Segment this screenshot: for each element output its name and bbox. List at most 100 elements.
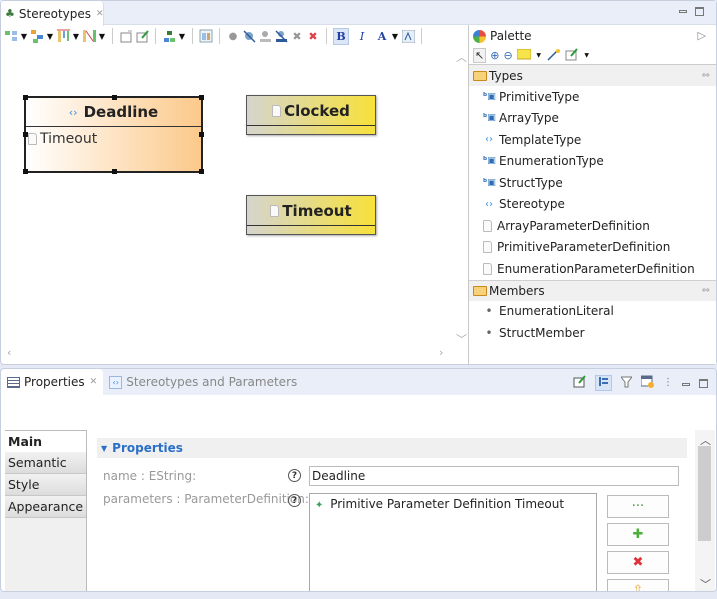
- parameter-node-timeout[interactable]: Timeout: [246, 195, 376, 235]
- edit-properties-icon[interactable]: [119, 29, 133, 43]
- zoom-in-icon[interactable]: ⊕: [490, 49, 499, 62]
- palette-item-enumerationliteral[interactable]: • EnumerationLiteral: [469, 301, 716, 323]
- delete-from-model-icon[interactable]: ✖: [306, 29, 320, 43]
- minimize-icon[interactable]: [682, 383, 690, 386]
- attachment-icon[interactable]: [565, 47, 579, 64]
- delete-from-diagram-icon[interactable]: ✖: [290, 29, 304, 43]
- hide-label-icon[interactable]: [274, 29, 288, 43]
- close-icon[interactable]: ✕: [96, 9, 104, 19]
- resize-handle[interactable]: [23, 132, 28, 137]
- side-tab-main[interactable]: Main: [5, 430, 86, 452]
- layer-dropdown[interactable]: ▼: [178, 32, 186, 41]
- bold-icon[interactable]: B: [333, 27, 349, 45]
- canvas-horizontal-scrollbar[interactable]: ‹ ›: [1, 342, 453, 362]
- parameters-list[interactable]: ✦ Primitive Parameter Definition Timeout: [309, 493, 597, 591]
- minimize-icon[interactable]: [679, 10, 687, 13]
- tab-properties[interactable]: Properties ✕: [1, 369, 104, 395]
- resize-handle[interactable]: [23, 169, 28, 174]
- maximize-icon[interactable]: [699, 378, 708, 388]
- italic-icon[interactable]: I: [355, 29, 369, 43]
- name-input[interactable]: Deadline: [309, 466, 679, 486]
- show-label-icon[interactable]: [258, 29, 272, 43]
- list-item[interactable]: ✦ Primitive Parameter Definition Timeout: [315, 497, 591, 511]
- help-icon[interactable]: ?: [288, 469, 301, 482]
- resize-handle[interactable]: [199, 169, 204, 174]
- side-tab-style[interactable]: Style: [5, 474, 86, 496]
- side-tab-appearance[interactable]: Appearance: [5, 496, 86, 518]
- font-color-dropdown[interactable]: ▼: [391, 32, 399, 41]
- palette-item-primitiveparameterdefinition[interactable]: PrimitiveParameterDefinition: [469, 237, 716, 259]
- add-button[interactable]: ✚: [607, 523, 669, 546]
- palette-item-label: PrimitiveParameterDefinition: [497, 240, 671, 255]
- palette-item-enumerationtype[interactable]: ᵇ▣ EnumerationType: [469, 151, 716, 173]
- browse-button[interactable]: ···: [607, 495, 669, 518]
- scroll-up-icon[interactable]: ︿: [456, 49, 467, 65]
- arrange-dropdown[interactable]: ▼: [20, 32, 28, 41]
- tab-stereotypes-and-parameters[interactable]: ‹› Stereotypes and Parameters: [103, 369, 303, 395]
- arrange-all-icon[interactable]: [4, 29, 18, 43]
- attachment-dropdown[interactable]: ▼: [583, 52, 591, 59]
- arrange-selection-icon[interactable]: [30, 29, 44, 43]
- palette-item-arrayparameterdefinition[interactable]: ArrayParameterDefinition: [469, 215, 716, 237]
- palette-item-primitivetype[interactable]: ᵇ▣ PrimitiveType: [469, 86, 716, 108]
- pin-icon[interactable]: ⇔: [702, 285, 710, 296]
- tab-stereotypes[interactable]: ♣ Stereotypes ✕: [1, 1, 104, 26]
- node-attribute[interactable]: Timeout: [26, 127, 201, 147]
- resize-handle[interactable]: [112, 95, 117, 100]
- filter-icon[interactable]: [619, 376, 634, 391]
- diagram-canvas[interactable]: ‹› Deadline Timeout Clocked Timeout: [1, 47, 453, 342]
- pin-icon[interactable]: ⇔: [702, 70, 710, 81]
- scrollbar-thumb[interactable]: [698, 446, 711, 541]
- maximize-icon[interactable]: [695, 7, 704, 16]
- stereotype-node-deadline[interactable]: ‹› Deadline Timeout: [23, 95, 204, 174]
- fill-color-icon[interactable]: [401, 29, 415, 43]
- palette-item-structtype[interactable]: ᵇ▣ StructType: [469, 172, 716, 194]
- restore-defaults-icon[interactable]: [640, 375, 654, 391]
- file-icon: [272, 104, 282, 117]
- arrange-selection-dropdown[interactable]: ▼: [46, 32, 54, 41]
- remove-button[interactable]: ✖: [607, 551, 669, 574]
- scroll-down-icon[interactable]: ﹀: [456, 331, 467, 347]
- align-dropdown[interactable]: ▼: [72, 32, 80, 41]
- align-icon[interactable]: [56, 29, 70, 43]
- palette-drawer-types[interactable]: Types ⇔: [469, 65, 716, 86]
- resize-handle[interactable]: [112, 169, 117, 174]
- show-element-icon[interactable]: ●: [226, 29, 240, 43]
- select-icon[interactable]: ↖: [473, 48, 487, 63]
- section-properties[interactable]: ▼ Properties: [97, 438, 687, 458]
- scroll-right-icon[interactable]: ›: [439, 346, 443, 359]
- resize-handle[interactable]: [23, 95, 28, 100]
- palette-drawer-members[interactable]: Members ⇔: [469, 279, 716, 301]
- resize-handle[interactable]: [199, 132, 204, 137]
- move-up-button[interactable]: ⇧: [607, 579, 669, 591]
- note-dropdown[interactable]: ▼: [535, 52, 543, 59]
- new-note-icon[interactable]: [573, 375, 586, 391]
- view-menu-icon[interactable]: ⋮: [663, 378, 673, 388]
- help-icon[interactable]: ?: [288, 494, 301, 507]
- palette-item-enumerationparameterdefinition[interactable]: EnumerationParameterDefinition: [469, 258, 716, 280]
- connection-icon[interactable]: [547, 48, 561, 64]
- palette-item-templatetype[interactable]: ‹› TemplateType: [469, 129, 716, 151]
- side-tab-semantic[interactable]: Semantic: [5, 452, 86, 474]
- palette-item-stereotype[interactable]: ‹› Stereotype: [469, 194, 716, 216]
- canvas-vertical-scrollbar[interactable]: ︿ ﹀: [453, 47, 468, 348]
- properties-vertical-scrollbar[interactable]: ︿ ﹀: [695, 430, 715, 591]
- resize-handle[interactable]: [199, 95, 204, 100]
- scroll-left-icon[interactable]: ‹: [7, 346, 11, 359]
- zoom-out-icon[interactable]: ⊖: [503, 49, 512, 62]
- font-color-icon[interactable]: A: [375, 29, 389, 43]
- palette-item-arraytype[interactable]: ᵇ▣ ArrayType: [469, 108, 716, 130]
- distribute-icon[interactable]: [82, 29, 96, 43]
- scroll-down-icon[interactable]: ﹀: [700, 576, 711, 591]
- distribute-dropdown[interactable]: ▼: [98, 32, 106, 41]
- new-note-icon[interactable]: [135, 29, 149, 43]
- collapse-palette-icon[interactable]: ▷: [698, 29, 706, 42]
- palette-item-structmember[interactable]: • StructMember: [469, 322, 716, 344]
- close-icon[interactable]: ✕: [90, 377, 98, 387]
- hide-element-icon[interactable]: [242, 29, 256, 43]
- note-icon[interactable]: [516, 48, 532, 63]
- layer-icon[interactable]: [162, 29, 176, 43]
- refresh-icon[interactable]: [199, 29, 213, 43]
- show-categories-icon[interactable]: [595, 375, 612, 391]
- parameter-node-clocked[interactable]: Clocked: [246, 95, 376, 135]
